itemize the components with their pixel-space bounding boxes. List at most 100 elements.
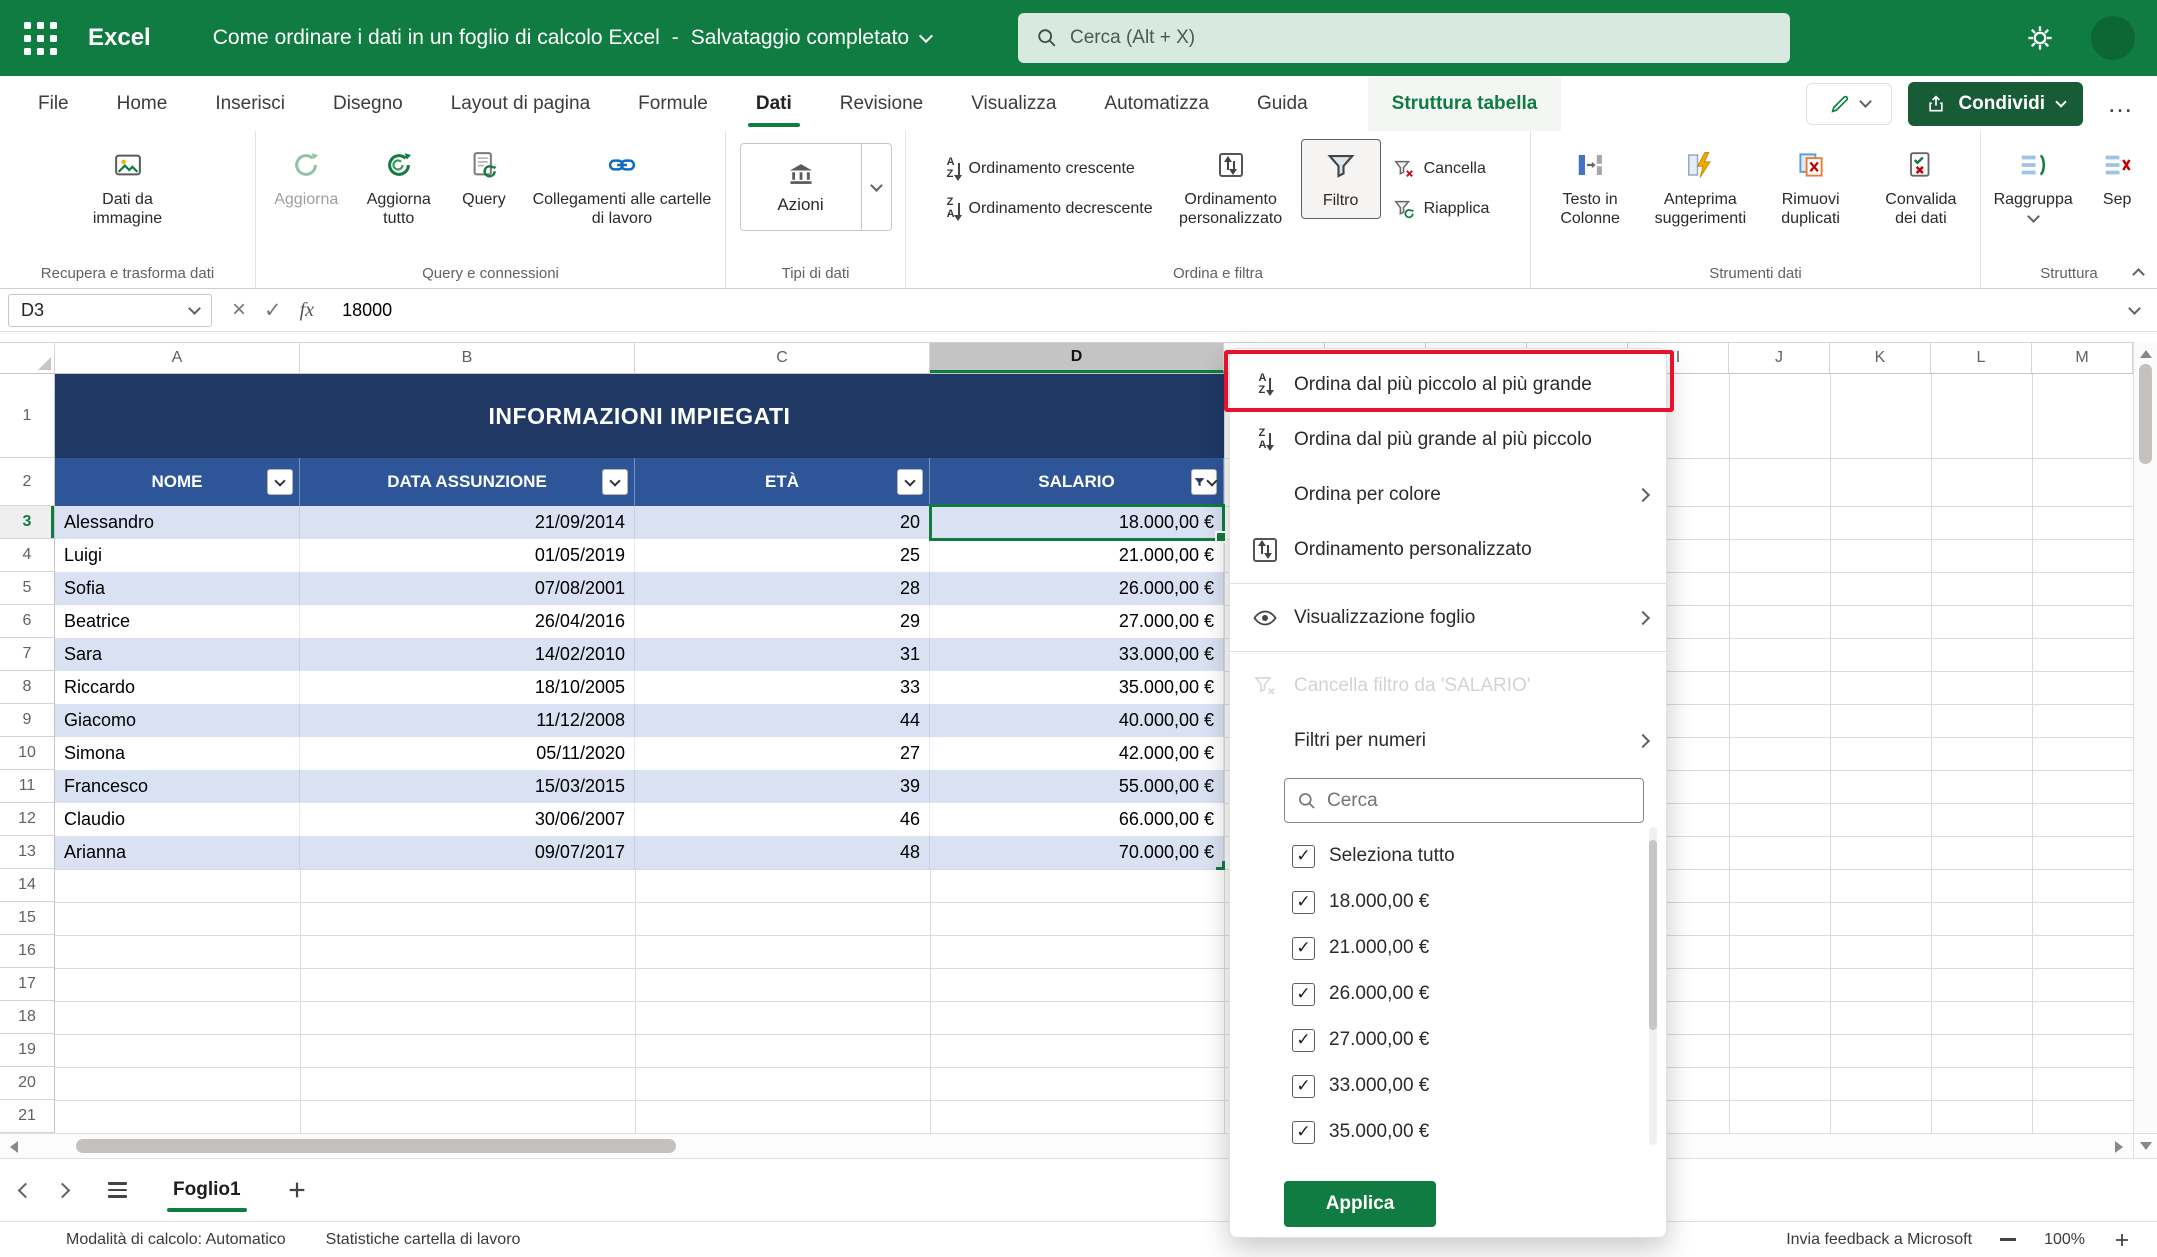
ribbon-collapse-button[interactable] [2134, 270, 2143, 279]
cell-salary[interactable]: 26.000,00 € [930, 572, 1224, 605]
cell-age[interactable]: 46 [635, 803, 930, 836]
cell-name[interactable]: Alessandro [55, 506, 300, 539]
flash-fill-button[interactable]: Anteprima suggerimenti [1647, 139, 1753, 236]
data-from-picture-button[interactable]: Dati da immagine [67, 139, 189, 236]
menu-item-custom-sort[interactable]: Ordinamento personalizzato [1230, 522, 1666, 577]
cell-age[interactable]: 27 [635, 737, 930, 770]
reapply-filter-button[interactable]: Riapplica [1385, 191, 1498, 227]
cell-name[interactable]: Sofia [55, 572, 300, 605]
menu-item-sort-descending[interactable]: Ordina dal più grande al più piccolo [1230, 412, 1666, 467]
settings-gear-icon[interactable] [2019, 17, 2061, 59]
column-header-b[interactable]: B [300, 343, 635, 373]
cell-salary[interactable]: 42.000,00 € [930, 737, 1224, 770]
ribbon-overflow-button[interactable]: … [2099, 88, 2141, 119]
row-header-9[interactable]: 9 [0, 704, 54, 737]
cell-salary[interactable]: 18.000,00 € [930, 506, 1224, 539]
select-all-corner[interactable] [0, 343, 55, 373]
row-header-13[interactable]: 13 [0, 836, 54, 869]
gallery-dropdown-button[interactable] [861, 144, 891, 230]
cell-age[interactable]: 29 [635, 605, 930, 638]
table-title-cell[interactable]: INFORMAZIONI IMPIEGATI [55, 374, 1224, 458]
cell-age[interactable]: 28 [635, 572, 930, 605]
row-header-14[interactable]: 14 [0, 869, 54, 902]
custom-sort-button[interactable]: Ordinamento personalizzato [1165, 139, 1297, 236]
cell-date[interactable]: 26/04/2016 [300, 605, 635, 638]
row-header-10[interactable]: 10 [0, 737, 54, 770]
cell-date[interactable]: 05/11/2020 [300, 737, 635, 770]
cell-date[interactable]: 30/06/2007 [300, 803, 635, 836]
cell-date[interactable]: 15/03/2015 [300, 770, 635, 803]
remove-duplicates-button[interactable]: Rimuovi duplicati [1758, 139, 1864, 236]
calc-mode-status[interactable]: Modalità di calcolo: Automatico [66, 1231, 286, 1249]
filter-select-all-item[interactable]: Seleziona tutto [1292, 833, 1666, 879]
formula-bar-expand-icon[interactable] [2128, 302, 2141, 315]
tab-automatizza[interactable]: Automatizza [1080, 76, 1233, 131]
header-salario[interactable]: SALARIO [930, 458, 1224, 506]
tab-layout-di-pagina[interactable]: Layout di pagina [427, 76, 614, 131]
insert-function-icon[interactable]: fx [300, 299, 314, 322]
row-header-3-selected[interactable]: 3 [0, 506, 54, 539]
document-title[interactable]: Come ordinare i dati in un foglio di cal… [213, 26, 931, 50]
scroll-up-arrow[interactable] [2140, 350, 2152, 358]
menu-item-number-filters[interactable]: Filtri per numeri [1230, 713, 1666, 768]
tab-formule[interactable]: Formule [614, 76, 732, 131]
account-avatar[interactable] [2091, 16, 2135, 60]
add-sheet-button[interactable] [279, 1172, 315, 1208]
column-header-m[interactable]: M [2032, 343, 2133, 373]
zoom-level[interactable]: 100% [2044, 1231, 2085, 1249]
menu-search-input[interactable] [1327, 790, 1631, 812]
vertical-scrollbar[interactable] [2133, 342, 2157, 1133]
cell-date[interactable]: 09/07/2017 [300, 836, 635, 869]
previous-sheet-icon[interactable] [18, 1182, 34, 1198]
cell-name[interactable]: Arianna [55, 836, 300, 869]
cell-date[interactable]: 21/09/2014 [300, 506, 635, 539]
feedback-link[interactable]: Invia feedback a Microsoft [1786, 1231, 1972, 1249]
tab-disegno[interactable]: Disegno [309, 76, 427, 131]
formula-input[interactable]: 18000 [342, 300, 2130, 321]
cell-age[interactable]: 20 [635, 506, 930, 539]
next-sheet-icon[interactable] [55, 1182, 71, 1198]
sort-ascending-button[interactable]: Ordinamento crescente [939, 151, 1161, 187]
filter-dropdown-salario-active[interactable] [1191, 469, 1217, 495]
cell-name[interactable]: Luigi [55, 539, 300, 572]
row-header-21[interactable]: 21 [0, 1100, 54, 1133]
apply-button[interactable]: Applica [1284, 1181, 1436, 1227]
cell-age[interactable]: 33 [635, 671, 930, 704]
row-header-12[interactable]: 12 [0, 803, 54, 836]
refresh-all-button[interactable]: Aggiorna tutto [354, 139, 442, 236]
row-header-20[interactable]: 20 [0, 1067, 54, 1100]
filter-dropdown-eta[interactable] [897, 469, 923, 495]
group-rows-button[interactable]: Raggruppa [1987, 139, 2079, 229]
cell-salary[interactable]: 55.000,00 € [930, 770, 1224, 803]
editing-mode-button[interactable] [1806, 83, 1892, 125]
cell-age[interactable]: 31 [635, 638, 930, 671]
row-header-8[interactable]: 8 [0, 671, 54, 704]
cell-age[interactable]: 39 [635, 770, 930, 803]
row-header-2[interactable]: 2 [0, 458, 54, 506]
tab-revisione[interactable]: Revisione [816, 76, 947, 131]
cell-age[interactable]: 48 [635, 836, 930, 869]
actions-data-type-button[interactable]: Azioni [741, 144, 861, 230]
menu-item-sort-ascending[interactable]: Ordina dal più piccolo al più grande [1230, 357, 1666, 412]
row-header-17[interactable]: 17 [0, 968, 54, 1001]
filter-value-item[interactable]: 18.000,00 € [1292, 879, 1666, 925]
cancel-entry-icon[interactable] [232, 296, 246, 324]
tab-dati[interactable]: Dati [732, 76, 816, 131]
filter-value-item[interactable]: 27.000,00 € [1292, 1017, 1666, 1063]
cell-salary[interactable]: 33.000,00 € [930, 638, 1224, 671]
cell-salary[interactable]: 35.000,00 € [930, 671, 1224, 704]
cell-date[interactable]: 11/12/2008 [300, 704, 635, 737]
tab-inserisci[interactable]: Inserisci [191, 76, 309, 131]
filter-value-item[interactable]: 26.000,00 € [1292, 971, 1666, 1017]
tab-guida[interactable]: Guida [1233, 76, 1332, 131]
search-box[interactable] [1018, 13, 1790, 63]
ungroup-button[interactable]: Sep [2083, 139, 2151, 217]
tab-file[interactable]: File [14, 76, 93, 131]
cell-date[interactable]: 14/02/2010 [300, 638, 635, 671]
menu-item-sheet-view[interactable]: Visualizzazione foglio [1230, 590, 1666, 645]
row-header-1[interactable]: 1 [0, 374, 54, 458]
menu-search-box[interactable] [1284, 778, 1644, 823]
cell-age[interactable]: 25 [635, 539, 930, 572]
cell-salary[interactable]: 66.000,00 € [930, 803, 1224, 836]
vertical-scroll-thumb[interactable] [2139, 364, 2152, 464]
